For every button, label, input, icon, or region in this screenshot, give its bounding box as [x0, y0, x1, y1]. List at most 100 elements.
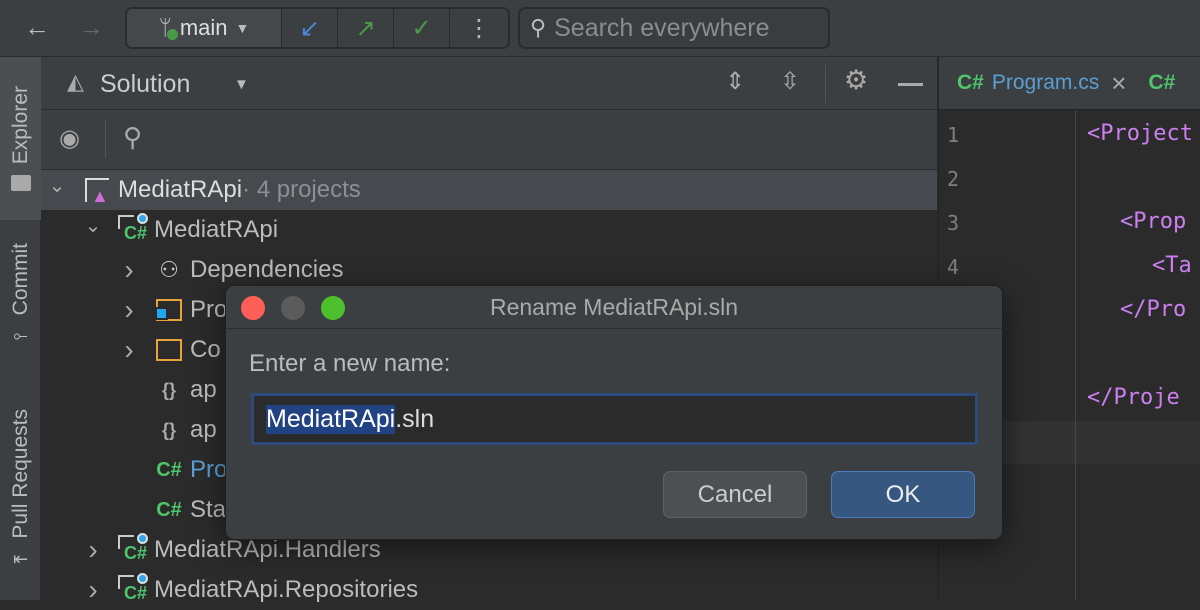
- code-line[interactable]: </Pro: [1120, 297, 1186, 322]
- sidebar-tab-pull-requests[interactable]: Pull Requests ⇤: [0, 392, 41, 587]
- more-button[interactable]: ⋮: [450, 9, 508, 47]
- line-number: 1: [947, 123, 960, 147]
- chevron-down-icon[interactable]: ▼: [234, 76, 249, 93]
- rename-dialog: Rename MediatRApi.sln Enter a new name: …: [225, 285, 1003, 540]
- chevron-down-icon[interactable]: ⌄: [82, 213, 104, 238]
- csharp-file-icon: C#: [156, 498, 182, 521]
- tool-window-strip: Explorer Commit ⟜ Pull Requests ⇤: [0, 57, 41, 600]
- expand-all-icon[interactable]: ⇕: [725, 67, 745, 96]
- tree-item[interactable]: › C# MediatRApi.Repositories: [41, 570, 937, 610]
- search-icon[interactable]: ⚲: [123, 122, 142, 153]
- commit-button[interactable]: ✓: [394, 9, 450, 47]
- csharp-project-icon: C#: [118, 213, 148, 245]
- panel-title[interactable]: Solution: [100, 70, 190, 99]
- solution-icon: ▲: [82, 175, 112, 206]
- solution-icon: ◭: [67, 69, 84, 94]
- csharp-project-icon: C#: [118, 533, 148, 565]
- panel-header: ◭ Solution ▼ ⇕ ⇳ ⚙: [41, 57, 937, 110]
- branch-selector[interactable]: ᛘ main ▼: [127, 9, 282, 47]
- divider: [105, 120, 106, 158]
- minimize-window-button[interactable]: [281, 296, 305, 320]
- tree-item-label: Pro: [190, 296, 228, 323]
- pull-request-icon: ⇤: [12, 548, 29, 569]
- csharp-file-icon: C#: [156, 458, 182, 481]
- line-number: 2: [947, 167, 960, 191]
- tree-item-label: Dependencies: [190, 256, 344, 283]
- chevron-right-icon[interactable]: ›: [82, 574, 104, 606]
- commit-icon: ⟜: [13, 325, 28, 346]
- tab-label: Pull Requests: [8, 409, 32, 539]
- json-file-icon: {}: [161, 379, 176, 400]
- tree-item-label: ap: [190, 416, 217, 443]
- vcs-widget: ᛘ main ▼ ↙ ↗ ✓ ⋮: [125, 7, 510, 49]
- branch-icon: ᛘ: [159, 15, 178, 41]
- code-line[interactable]: <Project: [1087, 121, 1193, 146]
- chevron-right-icon[interactable]: ›: [118, 294, 140, 326]
- folder-icon: [10, 174, 31, 191]
- json-file-icon: {}: [161, 419, 176, 440]
- folder-icon: [154, 335, 184, 365]
- arrow-down-left-icon: ↙: [299, 14, 320, 42]
- line-number: 3: [947, 211, 960, 235]
- tree-item-label: Co: [190, 336, 221, 363]
- close-window-button[interactable]: [241, 296, 265, 320]
- tab-program-cs[interactable]: Program.cs: [992, 71, 1099, 95]
- divider: [825, 65, 826, 103]
- more-vertical-icon: ⋮: [467, 14, 491, 42]
- editor-tabs: C# Program.cs × C#: [939, 57, 1200, 110]
- code-line[interactable]: <Prop: [1120, 209, 1186, 234]
- back-arrow-icon[interactable]: ←: [24, 12, 50, 43]
- tree-item-label: MediatRApi.Handlers: [154, 536, 381, 563]
- csharp-file-icon[interactable]: C#: [1148, 71, 1175, 95]
- ok-button[interactable]: OK: [831, 471, 975, 518]
- tree-item-label: Pro: [190, 456, 228, 483]
- tree-item-label: MediatRApi: [154, 216, 279, 243]
- tree-item[interactable]: › ⚇ Dependencies: [41, 250, 937, 290]
- main-toolbar: ← → ᛘ main ▼ ↙ ↗ ✓ ⋮ ⚲ Search everywhere: [0, 0, 1200, 57]
- chevron-right-icon[interactable]: ›: [82, 534, 104, 566]
- dialog-titlebar: Rename MediatRApi.sln: [226, 286, 1002, 329]
- tree-item[interactable]: ⌄ ▲ MediatRApi · 4 projects: [41, 170, 937, 210]
- properties-folder-icon: [154, 295, 184, 325]
- minimize-icon[interactable]: [898, 83, 923, 86]
- update-project-button[interactable]: ↙: [282, 9, 338, 47]
- tab-label: Explorer: [8, 86, 32, 165]
- tree-item-label: MediatRApi: [118, 176, 243, 203]
- close-icon[interactable]: ×: [1111, 68, 1126, 99]
- input-extension: .sln: [395, 404, 435, 433]
- new-name-input[interactable]: MediatRApi .sln: [251, 393, 978, 445]
- line-number: 4: [947, 255, 960, 279]
- code-line[interactable]: <Ta: [1152, 253, 1192, 278]
- forward-arrow-icon[interactable]: →: [78, 12, 104, 43]
- selected-text: MediatRApi: [266, 404, 396, 434]
- code-line[interactable]: </Proje: [1087, 385, 1180, 410]
- fold-guide: [1075, 110, 1076, 600]
- chevron-right-icon[interactable]: ›: [118, 334, 140, 366]
- project-count: · 4 projects: [242, 176, 361, 203]
- chevron-down-icon: ▼: [235, 20, 250, 36]
- tree-item-label: Sta: [190, 496, 227, 523]
- search-everywhere-input[interactable]: ⚲ Search everywhere: [518, 7, 830, 49]
- csharp-project-icon: C#: [118, 573, 148, 605]
- tab-label: Commit: [8, 242, 32, 316]
- dependencies-icon: ⚇: [159, 257, 179, 282]
- sidebar-tab-commit[interactable]: Commit ⟜: [0, 232, 41, 357]
- chevron-right-icon[interactable]: ›: [118, 254, 140, 286]
- chevron-down-icon[interactable]: ⌄: [46, 173, 68, 198]
- cancel-button[interactable]: Cancel: [663, 471, 807, 518]
- search-icon: ⚲: [530, 15, 547, 40]
- prompt-label: Enter a new name:: [249, 350, 451, 377]
- push-button[interactable]: ↗: [338, 9, 394, 47]
- tree-item[interactable]: ⌄ C# MediatRApi: [41, 210, 937, 250]
- arrow-up-right-icon: ↗: [355, 14, 376, 42]
- tree-item-label: ap: [190, 376, 217, 403]
- checkmark-icon: ✓: [411, 14, 432, 42]
- show-files-icon[interactable]: ◉: [59, 124, 80, 153]
- csharp-file-icon: C#: [957, 71, 984, 94]
- zoom-window-button[interactable]: [321, 296, 345, 320]
- gear-icon[interactable]: ⚙: [844, 65, 868, 96]
- collapse-all-icon[interactable]: ⇳: [780, 67, 800, 96]
- search-placeholder: Search everywhere: [554, 13, 770, 42]
- sidebar-tab-explorer[interactable]: Explorer: [0, 57, 41, 220]
- branch-name: main: [179, 15, 228, 40]
